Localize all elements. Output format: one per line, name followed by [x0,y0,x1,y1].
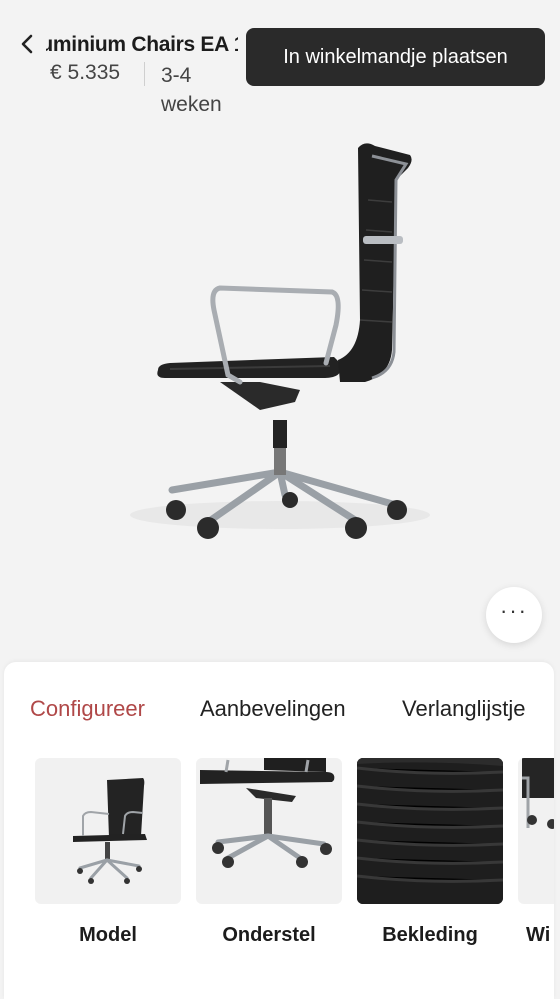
more-options-button[interactable]: ··· [486,587,542,643]
product-3d-view[interactable] [110,120,450,560]
leather-texture-image [357,758,503,904]
tab-configure[interactable]: Configureer [30,696,145,722]
divider [144,62,145,86]
add-to-cart-button[interactable]: In winkelmandje plaatsen [246,28,545,86]
chair-base-image [200,758,335,868]
option-label: Onderstel [222,924,316,946]
tab-recommendations[interactable]: Aanbevelingen [200,696,346,722]
option-upholstery[interactable]: Bekleding [357,758,503,947]
chevron-left-icon [21,34,33,54]
chair-thumbnail-image [73,778,147,884]
chair-detail-image [522,758,554,829]
tab-wishlist[interactable]: Verlanglijstje [402,696,526,722]
ellipsis-icon: ··· [500,598,528,623]
upholstery-thumbnail[interactable] [357,758,503,904]
option-label: Bekleding [382,924,478,946]
back-button[interactable] [14,30,40,58]
product-price: € 5.335 [50,61,121,84]
office-chair-image [130,143,430,539]
option-model[interactable]: Model [35,758,181,947]
option-partial[interactable]: Wi [518,758,554,947]
option-label: Model [79,924,137,946]
product-title: Aluminium Chairs EA 117/118/119 · [46,33,238,56]
tab-bar: Configureer Aanbevelingen Verlanglijstje [4,696,554,732]
option-label: Wi [526,924,551,946]
option-carousel[interactable]: Model Onderstel Bekleding Wi [4,758,554,958]
configurator-panel: Configureer Aanbevelingen Verlanglijstje [4,662,554,999]
product-title-container: Aluminium Chairs EA 117/118/119 · [46,30,238,60]
base-thumbnail[interactable] [196,758,342,904]
partial-thumbnail[interactable] [518,758,554,904]
delivery-time: 3-4 weken [161,64,222,116]
option-base[interactable]: Onderstel [196,758,342,947]
top-bar: Aluminium Chairs EA 117/118/119 · € 5.33… [0,0,560,120]
model-thumbnail[interactable] [35,758,181,904]
